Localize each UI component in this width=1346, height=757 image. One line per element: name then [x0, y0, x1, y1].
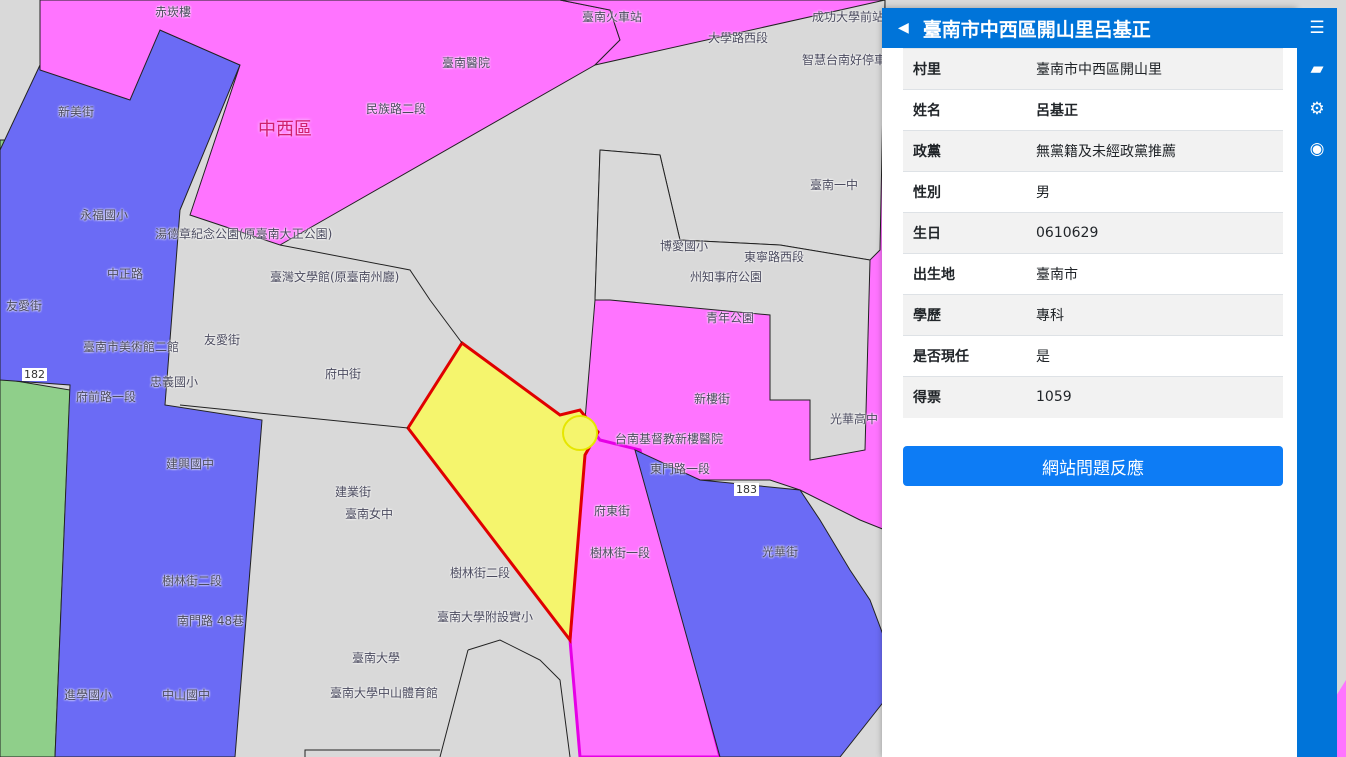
- label-ncku: 成功大學前站: [812, 10, 885, 24]
- info-value: 是: [1026, 335, 1283, 377]
- info-key: 政黨: [903, 130, 1026, 172]
- label-dongmen: 東門路一段: [650, 462, 711, 476]
- label-nutn-shiyan: 臺南大學附設實小: [437, 610, 534, 624]
- info-row: 得票 1059: [903, 376, 1283, 418]
- info-key: 村里: [903, 48, 1026, 90]
- info-key: 生日: [903, 212, 1026, 254]
- label-guanghua-st: 光華街: [762, 545, 799, 559]
- info-row: 學歷 專科: [903, 294, 1283, 336]
- menu-icon[interactable]: ☰: [1297, 8, 1337, 48]
- feedback-button[interactable]: 網站問題反應: [903, 446, 1283, 486]
- label-nutn-gym: 臺南大學中山體育館: [330, 686, 439, 700]
- info-key: 學歷: [903, 294, 1026, 336]
- label-nanyi: 臺南一中: [810, 178, 859, 192]
- label-baptist-hospital: 台南基督教新樓醫院: [615, 432, 724, 446]
- label-minzu: 民族路二段: [366, 102, 427, 116]
- info-value: 0610629: [1026, 212, 1283, 254]
- label-youai-2: 友愛街: [204, 333, 241, 347]
- label-xinlou: 新樓街: [694, 392, 731, 406]
- book-icon[interactable]: ▰: [1297, 49, 1337, 89]
- label-zhongyi: 忠義國小: [150, 375, 199, 389]
- label-tang-deh: 湯德章紀念公園(原臺南大正公園): [155, 227, 333, 241]
- label-jianxing: 建興國中: [166, 457, 215, 471]
- info-value: 1059: [1026, 376, 1283, 418]
- label-hospital: 臺南醫院: [442, 56, 491, 70]
- info-key: 姓名: [903, 89, 1026, 131]
- label-xinmei: 新美街: [58, 105, 95, 119]
- label-route-182: 182: [22, 368, 47, 381]
- label-girls-hs: 臺南女中: [345, 507, 394, 521]
- label-fuqian: 府前路一段: [76, 390, 137, 404]
- info-panel: ◀ 臺南市中西區開山里呂基正 村里 臺南市中西區開山里 姓名 呂基正 政黨 無黨籍及未經政…: [882, 8, 1297, 757]
- label-daxue: 大學路西段: [708, 31, 769, 45]
- caret-left-icon[interactable]: ◀: [898, 20, 909, 36]
- label-parking: 智慧台南好停車: [802, 53, 887, 67]
- info-key: 得票: [903, 376, 1026, 418]
- info-key: 出生地: [903, 253, 1026, 295]
- label-shulin1: 樹林街一段: [590, 546, 651, 560]
- info-value: 臺南市: [1026, 253, 1283, 295]
- label-jianye: 建業街: [335, 485, 372, 499]
- info-row: 政黨 無黨籍及未經政黨推薦: [903, 130, 1283, 172]
- info-value: 臺南市中西區開山里: [1026, 48, 1283, 90]
- label-guanghua-hs: 光華高中: [830, 412, 879, 426]
- label-shulin2-west: 樹林街二段: [162, 574, 223, 588]
- info-row: 出生地 臺南市: [903, 253, 1283, 295]
- label-zhongzheng: 中正路: [107, 267, 144, 281]
- info-value: 男: [1026, 171, 1283, 213]
- panel-title: 臺南市中西區開山里呂基正: [922, 18, 1151, 41]
- label-zhouzhi: 州知事府公園: [690, 270, 763, 284]
- label-dongning: 東寧路西段: [744, 250, 805, 264]
- info-row: 性別男: [903, 171, 1283, 213]
- info-value: 專科: [1026, 294, 1283, 336]
- label-youai: 友愛街: [6, 299, 43, 313]
- label-fuzhong: 府中街: [325, 367, 362, 381]
- label-literature: 臺灣文學館(原臺南州廳): [270, 270, 400, 284]
- info-row: 村里 臺南市中西區開山里: [903, 48, 1283, 90]
- gear-icon[interactable]: ⚙: [1297, 89, 1337, 129]
- label-yongfu: 永福國小: [80, 208, 129, 222]
- info-row: 是否現任是: [903, 335, 1283, 377]
- label-fudong: 府東街: [594, 504, 631, 518]
- sidebar-tabs: ☰ ▰ ⚙ ◉: [1297, 8, 1337, 757]
- label-nutn: 臺南大學: [352, 651, 401, 665]
- label-zhongshan-jh: 中山國中: [162, 688, 211, 702]
- label-nanmen48: 南門路 48巷: [177, 614, 245, 628]
- info-value: 無黨籍及未經政黨推薦: [1026, 130, 1283, 172]
- roundabout: [562, 415, 598, 451]
- info-row: 姓名 呂基正: [903, 89, 1283, 131]
- label-station: 臺南火車站: [582, 10, 643, 24]
- info-value: 呂基正: [1026, 89, 1283, 131]
- label-art-museum: 臺南市美術館二館: [83, 340, 180, 354]
- label-qingnian: 青年公園: [706, 311, 755, 325]
- label-jinxue: 進學國小: [64, 688, 113, 702]
- github-icon[interactable]: ◉: [1297, 129, 1337, 169]
- info-row: 生日 0610629: [903, 212, 1283, 254]
- label-shulin2: 樹林街二段: [450, 566, 511, 580]
- label-route-183: 183: [734, 483, 759, 496]
- label-boai: 博愛國小: [660, 239, 709, 253]
- panel-header: ◀ 臺南市中西區開山里呂基正: [882, 8, 1297, 48]
- info-key: 性別: [903, 171, 1026, 213]
- info-table: 村里 臺南市中西區開山里 姓名 呂基正 政黨 無黨籍及未經政黨推薦 性別男生日 0610629…: [903, 48, 1283, 418]
- info-key: 是否現任: [903, 335, 1026, 377]
- label-chikan: 赤崁樓: [155, 5, 192, 19]
- label-district: 中西區: [258, 119, 312, 140]
